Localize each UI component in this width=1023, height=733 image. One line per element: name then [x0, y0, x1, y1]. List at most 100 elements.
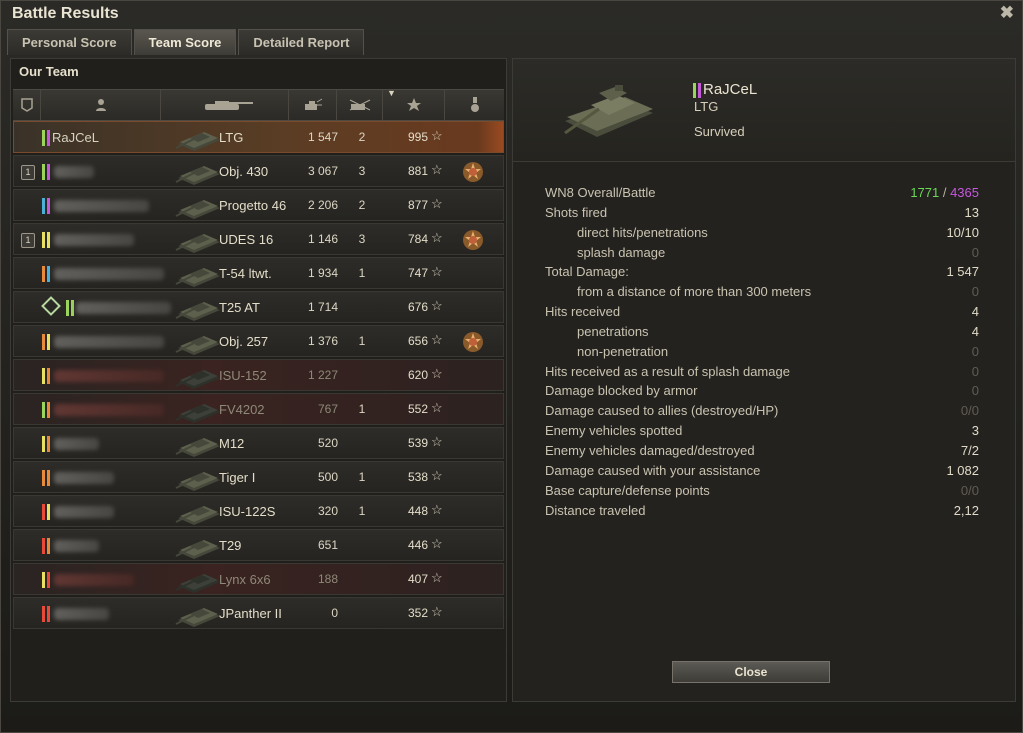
- stat-value: 0/0: [960, 482, 979, 498]
- star-icon: ☆: [431, 128, 443, 143]
- damage-value: 651: [317, 538, 338, 552]
- xp-value: 676: [407, 300, 428, 314]
- stat-row: splash damage 0: [545, 245, 979, 265]
- damage-value: 0: [331, 606, 338, 620]
- vehicle-column-header[interactable]: [161, 90, 289, 120]
- kills-value: 1: [358, 402, 366, 416]
- hidden-player-name: [54, 200, 149, 212]
- rating-marks: [693, 83, 701, 98]
- table-row[interactable]: T29 651 446 ☆: [13, 529, 504, 561]
- medal-icon[interactable]: [462, 331, 484, 353]
- stat-value: 4: [971, 304, 979, 320]
- star-icon: ☆: [431, 162, 443, 177]
- table-row[interactable]: ISU-152 1 227 620 ☆: [13, 359, 504, 391]
- rating-mark: [71, 300, 74, 316]
- table-row[interactable]: M12 520 539 ☆: [13, 427, 504, 459]
- rating-mark: [42, 232, 45, 248]
- vehicle-name: Lynx 6x6: [219, 572, 271, 587]
- xp-value: 881: [407, 164, 428, 178]
- table-row[interactable]: Tiger I 500 1 538 ☆: [13, 461, 504, 493]
- table-row[interactable]: 1 UDES 16 1 146 3 784 ☆: [13, 223, 504, 255]
- team-table-header: ▼: [13, 88, 504, 121]
- player-column-header[interactable]: [41, 90, 161, 120]
- kills-value: 2: [358, 130, 366, 144]
- medal-icon[interactable]: [462, 161, 484, 183]
- star-icon: ☆: [431, 264, 443, 279]
- table-row[interactable]: RaJCeL LTG 1 547 2 995 ☆: [13, 121, 504, 153]
- rating-marks: [42, 402, 50, 418]
- damage-value: 500: [317, 470, 338, 484]
- tank-icon: [175, 438, 220, 457]
- rating-marks: [42, 232, 50, 248]
- squad-column-header[interactable]: [13, 90, 41, 120]
- tank-icon: [175, 574, 220, 593]
- wn8-separator: /: [939, 185, 951, 200]
- stat-value: 7/2: [960, 442, 979, 458]
- table-row[interactable]: T-54 ltwt. 1 934 1 747 ☆: [13, 257, 504, 289]
- stat-label: Enemy vehicles spotted: [545, 423, 683, 439]
- tab-team-score[interactable]: Team Score: [133, 29, 237, 55]
- rating-mark: [42, 470, 45, 486]
- damage-value: 1 376: [307, 334, 338, 348]
- close-window-icon[interactable]: ✖: [1000, 3, 1014, 23]
- xp-value: 747: [407, 266, 428, 280]
- table-row[interactable]: Progetto 46 2 206 2 877 ☆: [13, 189, 504, 221]
- stat-label: penetrations: [577, 323, 649, 339]
- table-row[interactable]: JPanther II 0 352 ☆: [13, 597, 504, 629]
- hidden-player-name: [54, 472, 114, 484]
- kills-value: 1: [358, 334, 366, 348]
- xp-value: 539: [407, 436, 428, 450]
- table-row[interactable]: Obj. 257 1 376 1 656 ☆: [13, 325, 504, 357]
- stat-label: WN8 Overall/Battle: [545, 185, 656, 200]
- star-icon: ☆: [431, 298, 443, 313]
- stat-label: Damage caused to allies (destroyed/HP): [545, 403, 779, 419]
- tank-icon: [175, 540, 220, 559]
- wn8-value: 1771 / 4365: [910, 185, 979, 200]
- table-row[interactable]: T25 AT 1 714 676 ☆: [13, 291, 504, 323]
- rating-mark: [42, 266, 45, 282]
- hidden-player-name: [54, 574, 134, 586]
- stat-value: 1 547: [946, 264, 979, 280]
- detail-stats: WN8 Overall/Battle 1771 / 4365 Shots fired…: [545, 185, 979, 522]
- star-icon: ☆: [431, 570, 443, 585]
- vehicle-name: LTG: [694, 99, 719, 114]
- medal-column-header[interactable]: [445, 90, 504, 120]
- xp-column-header[interactable]: ▼: [383, 88, 445, 120]
- rating-mark: [47, 572, 50, 588]
- rating-mark: [47, 470, 50, 486]
- damage-column-header[interactable]: [289, 90, 337, 120]
- rating-mark: [42, 164, 45, 180]
- rating-mark: [47, 606, 50, 622]
- table-row[interactable]: ISU-122S 320 1 448 ☆: [13, 495, 504, 527]
- damage-value: 1 934: [307, 266, 338, 280]
- player-icon: [95, 99, 106, 111]
- xp-value: 352: [407, 606, 428, 620]
- star-icon: ☆: [431, 434, 443, 449]
- xp-value: 656: [407, 334, 428, 348]
- medal-icon[interactable]: [462, 229, 484, 251]
- stat-value: 0: [971, 363, 979, 379]
- hidden-player-name: [54, 268, 164, 280]
- kills-column-header[interactable]: [337, 90, 383, 120]
- rating-mark: [47, 334, 50, 350]
- rating-marks: [42, 130, 50, 146]
- platoon-badge: 1: [21, 233, 35, 248]
- table-row[interactable]: Lynx 6x6 188 407 ☆: [13, 563, 504, 595]
- star-icon: ☆: [431, 468, 443, 483]
- stat-label: Base capture/defense points: [545, 482, 710, 498]
- tank-icon: [175, 472, 220, 491]
- vehicle-name: T-54 ltwt.: [219, 266, 272, 281]
- table-row[interactable]: 1 Obj. 430 3 067 3 881 ☆: [13, 155, 504, 187]
- vehicle-name: Progetto 46: [219, 198, 287, 213]
- rating-mark: [42, 436, 45, 452]
- player-detail-panel: RaJCeL LTG Survived WN8 Overall/Battle 17…: [512, 58, 1016, 702]
- xp-value: 407: [407, 572, 428, 586]
- tab-detailed-report[interactable]: Detailed Report: [238, 29, 365, 55]
- close-button[interactable]: Close: [672, 661, 830, 683]
- table-row[interactable]: FV4202 767 1 552 ☆: [13, 393, 504, 425]
- stat-value: 4: [971, 323, 979, 339]
- hidden-player-name: [54, 404, 164, 416]
- rating-mark: [42, 572, 45, 588]
- tab-personal-score[interactable]: Personal Score: [7, 29, 132, 55]
- star-icon: ☆: [431, 196, 443, 211]
